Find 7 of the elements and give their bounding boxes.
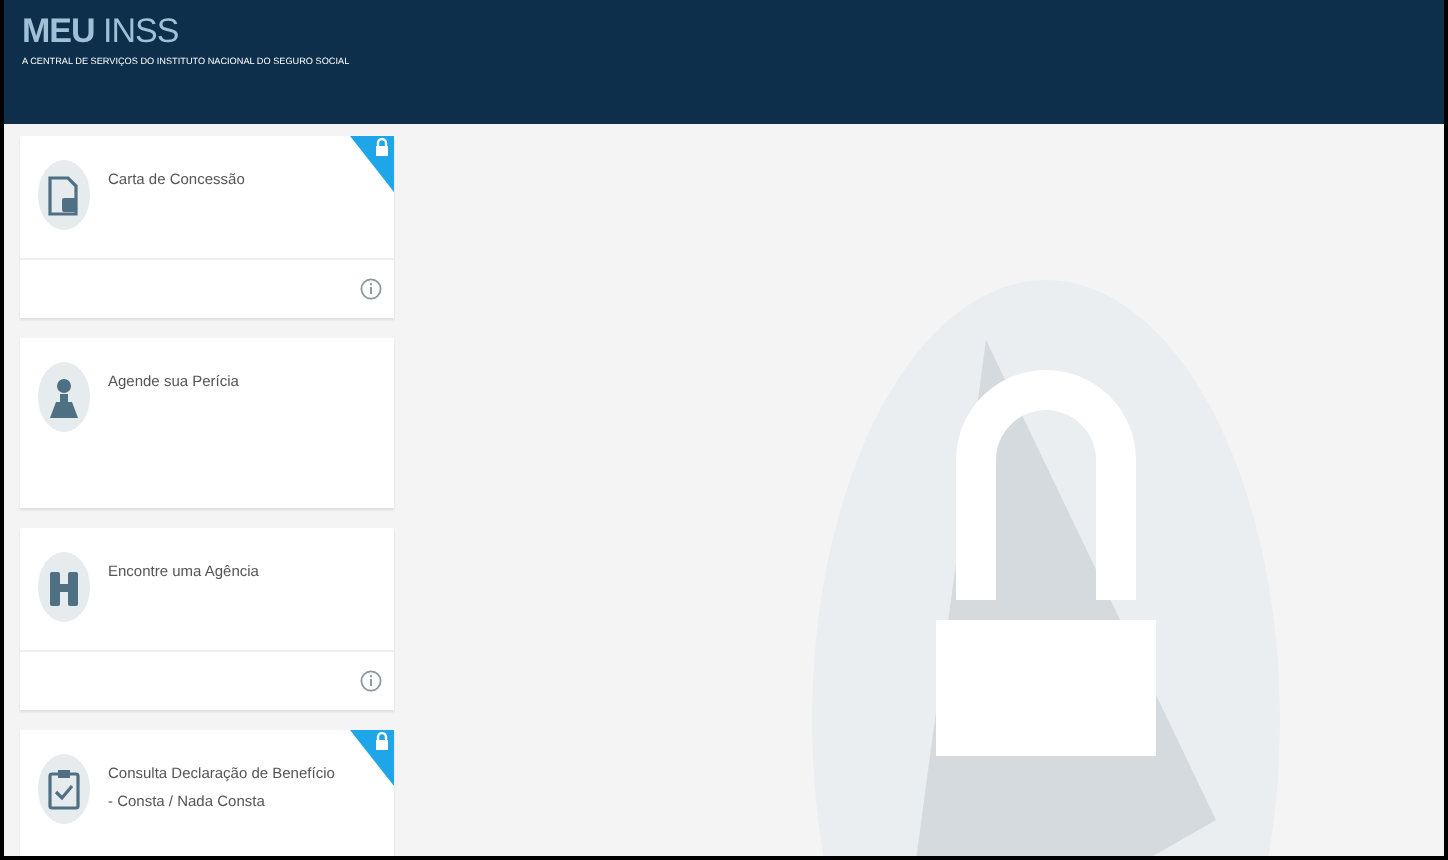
service-icon — [38, 362, 90, 432]
service-icon — [38, 160, 90, 230]
info-icon[interactable] — [360, 670, 382, 692]
service-icon — [38, 754, 90, 824]
service-icon — [38, 552, 90, 622]
app-title: MEU INSS — [22, 12, 181, 52]
info-icon[interactable] — [360, 278, 382, 300]
